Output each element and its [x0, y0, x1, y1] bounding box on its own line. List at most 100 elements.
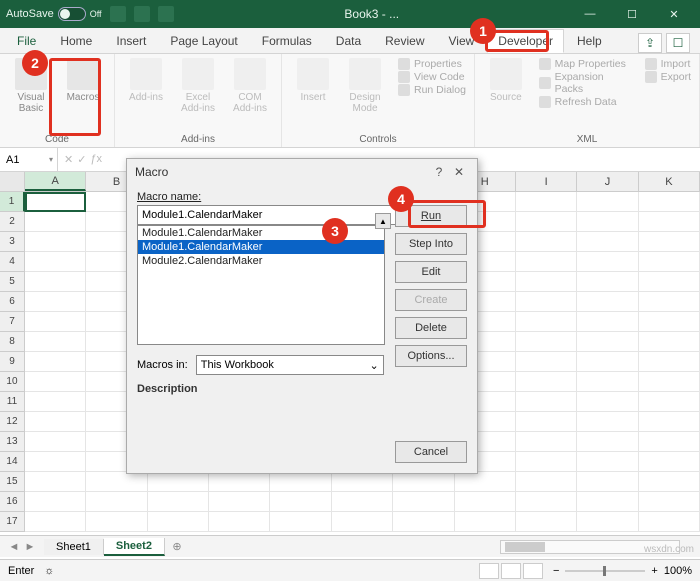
cell[interactable] [577, 392, 638, 412]
row-header[interactable]: 16 [0, 492, 25, 512]
row-header[interactable]: 9 [0, 352, 25, 372]
cell[interactable] [639, 292, 700, 312]
zoom-slider[interactable] [565, 570, 645, 572]
minimize-button[interactable]: — [570, 0, 610, 28]
cell[interactable] [25, 412, 86, 432]
cell[interactable] [25, 452, 86, 472]
close-dialog-icon[interactable]: ✕ [449, 165, 469, 179]
cell[interactable] [577, 492, 638, 512]
run-dialog-button[interactable]: Run Dialog [398, 84, 466, 96]
macro-listbox[interactable]: Module1.CalendarMaker Module1.CalendarMa… [137, 225, 385, 345]
cell[interactable] [25, 472, 86, 492]
row-header[interactable]: 6 [0, 292, 25, 312]
cell[interactable] [577, 412, 638, 432]
normal-view-button[interactable] [479, 563, 499, 579]
cell[interactable] [516, 512, 577, 532]
cell[interactable] [209, 512, 270, 532]
cell[interactable] [25, 232, 86, 252]
cell[interactable] [639, 412, 700, 432]
list-item[interactable]: Module1.CalendarMaker [138, 240, 384, 254]
cell[interactable] [209, 492, 270, 512]
tab-help[interactable]: Help [566, 29, 613, 53]
cell[interactable] [577, 432, 638, 452]
cell[interactable] [577, 512, 638, 532]
cell[interactable] [516, 392, 577, 412]
cell[interactable] [639, 232, 700, 252]
cell[interactable] [577, 372, 638, 392]
share-button[interactable]: ⇪ [638, 33, 662, 53]
tab-data[interactable]: Data [325, 29, 372, 53]
cell[interactable] [577, 232, 638, 252]
cell[interactable] [25, 272, 86, 292]
cell[interactable] [516, 232, 577, 252]
insert-control-button[interactable]: Insert [290, 58, 336, 103]
sheet-nav[interactable]: ◄► [0, 541, 44, 553]
prev-sheet-icon[interactable]: ◄ [9, 541, 20, 553]
cell[interactable] [516, 372, 577, 392]
cell[interactable] [25, 192, 86, 212]
row-header[interactable]: 11 [0, 392, 25, 412]
cell[interactable] [86, 512, 147, 532]
source-button[interactable]: Source [483, 58, 529, 103]
cell[interactable] [25, 212, 86, 232]
options-button[interactable]: Options... [395, 345, 467, 367]
cell[interactable] [516, 332, 577, 352]
tab-review[interactable]: Review [374, 29, 435, 53]
help-icon[interactable]: ? [429, 165, 449, 179]
col-header[interactable]: A [25, 172, 86, 191]
cell[interactable] [516, 292, 577, 312]
properties-button[interactable]: Properties [398, 58, 466, 70]
sheet-tab-1[interactable]: Sheet1 [44, 539, 104, 555]
cell[interactable] [639, 472, 700, 492]
refresh-data-button[interactable]: Refresh Data [539, 96, 635, 108]
cell[interactable] [25, 332, 86, 352]
sheet-tab-2[interactable]: Sheet2 [104, 538, 165, 556]
view-code-button[interactable]: View Code [398, 71, 466, 83]
import-button[interactable]: Import [645, 58, 691, 70]
zoom-control[interactable]: − + 100% [553, 565, 692, 577]
fx-icon[interactable]: ƒx [90, 153, 102, 166]
cell[interactable] [148, 472, 209, 492]
cell[interactable] [639, 192, 700, 212]
cell[interactable] [639, 432, 700, 452]
row-header[interactable]: 4 [0, 252, 25, 272]
cell[interactable] [25, 352, 86, 372]
cell[interactable] [639, 212, 700, 232]
cancel-formula-icon[interactable]: ✕ [64, 153, 73, 166]
cell[interactable] [25, 392, 86, 412]
zoom-out-icon[interactable]: − [553, 565, 559, 577]
cell[interactable] [577, 292, 638, 312]
cell[interactable] [639, 392, 700, 412]
new-sheet-button[interactable]: ⊕ [165, 540, 189, 553]
undo-icon[interactable] [134, 6, 150, 22]
row-header[interactable]: 13 [0, 432, 25, 452]
cell[interactable] [639, 512, 700, 532]
cell[interactable] [25, 432, 86, 452]
cell[interactable] [516, 352, 577, 372]
cell[interactable] [577, 312, 638, 332]
zoom-in-icon[interactable]: + [651, 565, 657, 577]
toggle-icon[interactable] [58, 7, 86, 21]
cell[interactable] [516, 192, 577, 212]
cell[interactable] [25, 292, 86, 312]
cell[interactable] [332, 512, 393, 532]
tab-pagelayout[interactable]: Page Layout [159, 29, 248, 53]
cell[interactable] [516, 412, 577, 432]
cell[interactable] [25, 252, 86, 272]
row-header[interactable]: 8 [0, 332, 25, 352]
row-header[interactable]: 2 [0, 212, 25, 232]
cell[interactable] [639, 312, 700, 332]
redo-icon[interactable] [158, 6, 174, 22]
cell[interactable] [332, 472, 393, 492]
edit-button[interactable]: Edit [395, 261, 467, 283]
cell[interactable] [393, 512, 454, 532]
cell[interactable] [577, 212, 638, 232]
tab-insert[interactable]: Insert [105, 29, 157, 53]
cell[interactable] [393, 492, 454, 512]
name-box[interactable]: A1▾ [0, 148, 58, 171]
maximize-button[interactable]: ☐ [612, 0, 652, 28]
macros-in-select[interactable]: This Workbook⌄ [196, 355, 384, 375]
create-button[interactable]: Create [395, 289, 467, 311]
cell[interactable] [516, 272, 577, 292]
tab-home[interactable]: Home [49, 29, 103, 53]
